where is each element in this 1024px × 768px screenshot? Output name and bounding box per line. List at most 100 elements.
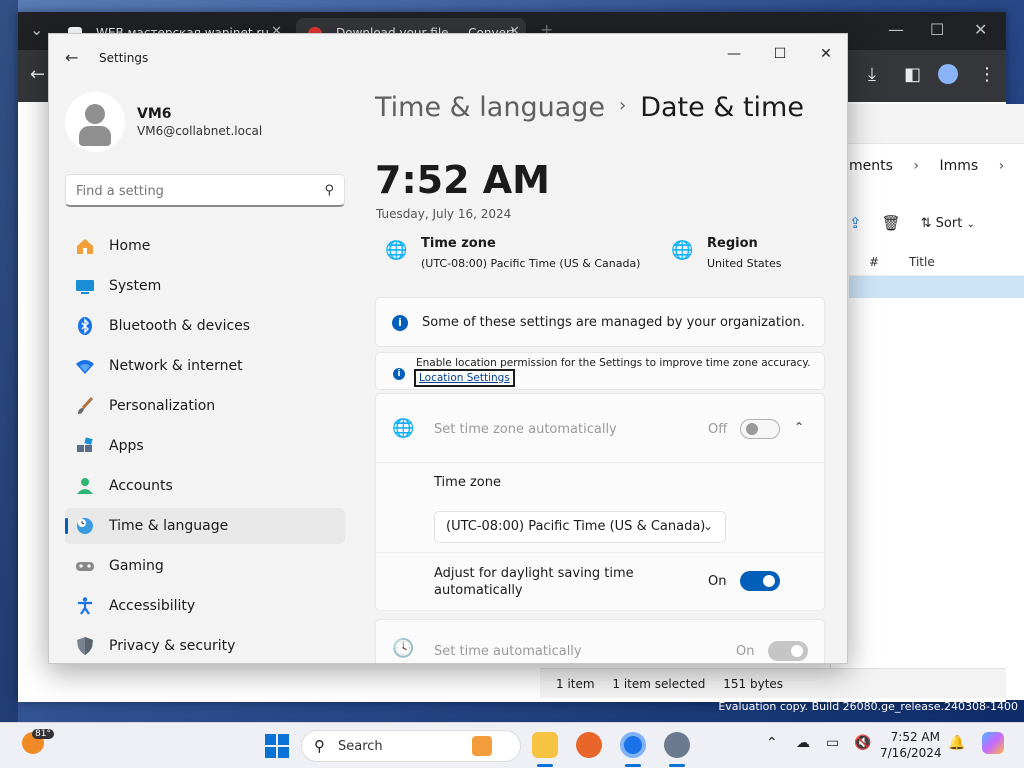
avatar[interactable] — [65, 92, 125, 152]
sidebar-item-bluetooth[interactable]: Bluetooth & devices — [65, 308, 345, 344]
info-icon: i — [393, 368, 405, 380]
chevron-down-icon: ⌄ — [702, 519, 713, 533]
back-arrow-icon[interactable]: ← — [65, 48, 78, 67]
explorer-topbar — [831, 104, 1024, 144]
menu-icon[interactable]: ⋮ — [978, 64, 996, 85]
timezone-dropdown[interactable]: (UTC-08:00) Pacific Time (US & Canada) ⌄ — [434, 511, 726, 543]
timezone-select-row: Time zone (UTC-08:00) Pacific Time (US &… — [375, 463, 825, 553]
user-name: VM6 — [137, 106, 172, 122]
evaluation-watermark: Evaluation copy. Build 26080.ge_release.… — [718, 700, 1018, 713]
chevron-up-icon[interactable]: ⌃ — [766, 735, 778, 751]
search-input[interactable] — [76, 181, 306, 201]
sidebar-item-system[interactable]: System — [65, 268, 345, 304]
sidebar-item-privacy[interactable]: Privacy & security — [65, 628, 345, 663]
sort-icon: ⇅ — [920, 215, 932, 231]
auto-timezone-row: 🌐 Set time zone automatically Off ⌃ — [375, 393, 825, 463]
start-button[interactable] — [265, 734, 289, 758]
breadcrumb: Time & language › Date & time — [375, 92, 804, 123]
current-date: Tuesday, July 16, 2024 — [376, 207, 512, 221]
settings-window: ← Settings — ☐ ✕ VM6 VM6@collabnet.local… — [48, 33, 848, 664]
column-title[interactable]: Title — [909, 255, 935, 269]
close-icon[interactable]: ✕ — [974, 20, 987, 39]
sidebar-nav: Home System Bluetooth & devices Network … — [65, 228, 345, 663]
chrome-taskbar-icon[interactable] — [620, 732, 646, 758]
auto-time-row: 🕓 Set time automatically On — [375, 619, 825, 663]
settings-taskbar-icon[interactable] — [664, 732, 690, 758]
chevron-down-icon: ⌄ — [966, 218, 975, 230]
share-icon[interactable]: ⇪ — [849, 214, 862, 232]
info-icon: i — [392, 315, 408, 331]
gamepad-icon — [75, 556, 95, 576]
search-icon: ⚲ — [314, 737, 325, 755]
taskbar: 81° ⚲ Search ⌃ ☁ ▭ 🔇 7:52 AM 7/16/2024 🔔 — [0, 722, 1024, 768]
chevron-right-icon: › — [913, 158, 919, 174]
column-number[interactable]: # — [869, 255, 879, 269]
tab-search-icon[interactable]: ⌄ — [30, 20, 43, 39]
cloud-offline-icon[interactable]: ☁ — [796, 735, 810, 751]
back-icon[interactable]: ← — [30, 64, 45, 85]
notification-bell-icon[interactable]: 🔔 — [948, 735, 965, 751]
profile-icon[interactable] — [938, 64, 958, 84]
search-icon: ⚲ — [324, 183, 334, 198]
accessibility-icon — [75, 596, 95, 616]
sidebar-item-home[interactable]: Home — [65, 228, 345, 264]
brush-icon — [75, 396, 95, 416]
user-email: VM6@collabnet.local — [137, 124, 263, 138]
breadcrumb-parent[interactable]: Time & language — [375, 92, 605, 123]
sidebar-item-network[interactable]: Network & internet — [65, 348, 345, 384]
table-row[interactable] — [849, 276, 1024, 298]
globe-clock-icon: 🌐 — [392, 418, 415, 439]
auto-timezone-toggle[interactable] — [740, 419, 780, 439]
download-icon[interactable]: ⤓ — [868, 64, 876, 85]
crumb-imms[interactable]: Imms — [939, 158, 978, 174]
sidebar-item-personalization[interactable]: Personalization — [65, 388, 345, 424]
auto-time-toggle[interactable] — [768, 641, 808, 661]
taskbar-search[interactable]: ⚲ Search — [301, 730, 521, 762]
item-count: 1 item — [556, 677, 595, 691]
system-icon — [75, 276, 95, 296]
taskbar-clock[interactable]: 7:52 AM 7/16/2024 — [880, 729, 942, 761]
search-box: ⚲ — [65, 174, 345, 207]
dst-toggle[interactable] — [740, 571, 780, 591]
crumb-ments[interactable]: ments — [849, 158, 893, 174]
chevron-up-icon[interactable]: ⌃ — [794, 420, 804, 434]
sidebar-item-apps[interactable]: Apps — [65, 428, 345, 464]
bluetooth-icon — [75, 316, 95, 336]
network-icon[interactable]: ▭ — [826, 735, 839, 751]
delete-icon[interactable]: 🗑 — [882, 214, 901, 232]
selection-size: 151 bytes — [723, 677, 784, 691]
file-explorer-taskbar-icon[interactable] — [532, 732, 558, 758]
globe-icon: 🌐 — [671, 240, 694, 261]
sidebar-item-gaming[interactable]: Gaming — [65, 548, 345, 584]
weather-temp: 81° — [32, 729, 54, 739]
current-time: 7:52 AM — [375, 158, 550, 202]
sidebar-item-accounts[interactable]: Accounts — [65, 468, 345, 504]
clock-icon: 🕓 — [392, 638, 415, 659]
sidepanel-icon[interactable]: ◧ — [904, 64, 921, 85]
location-settings-link[interactable]: Location Settings — [414, 369, 515, 387]
main-content: Time & language › Date & time 7:52 AM Tues… — [375, 34, 847, 663]
explorer-actions: ⇪ 🗑 ⇅ Sort ⌄ — [849, 208, 975, 238]
volume-icon[interactable]: 🔇 — [854, 735, 871, 751]
copilot-icon[interactable] — [982, 732, 1004, 754]
minimize-icon[interactable]: — — [888, 20, 904, 39]
chevron-right-icon: › — [619, 95, 627, 116]
dst-row: Adjust for daylight saving time automati… — [375, 553, 825, 611]
sort-button[interactable]: ⇅ Sort ⌄ — [921, 216, 975, 231]
desktop-icons-strip — [0, 0, 18, 722]
sidebar-item-time-language[interactable]: Time & language — [65, 508, 345, 544]
firefox-taskbar-icon[interactable] — [576, 732, 602, 758]
chevron-right-icon: › — [998, 158, 1005, 174]
search-highlight-icon — [472, 736, 492, 756]
sidebar-item-accessibility[interactable]: Accessibility — [65, 588, 345, 624]
maximize-icon[interactable]: ☐ — [930, 20, 944, 39]
globe-clock-icon: 🌐 — [385, 240, 408, 261]
file-explorer-window: ments › Imms › pro ⇪ 🗑 ⇅ Sort ⌄ # Title — [830, 104, 1024, 700]
window-title: Settings — [99, 51, 149, 65]
explorer-status-bar: 1 item 1 item selected 151 bytes — [540, 668, 1006, 698]
managed-notice: i Some of these settings are managed by … — [375, 297, 825, 347]
wifi-icon — [75, 356, 95, 376]
location-notice: i Enable location permission for the Set… — [375, 352, 825, 390]
globe-clock-icon — [75, 516, 95, 536]
apps-icon — [75, 436, 95, 456]
